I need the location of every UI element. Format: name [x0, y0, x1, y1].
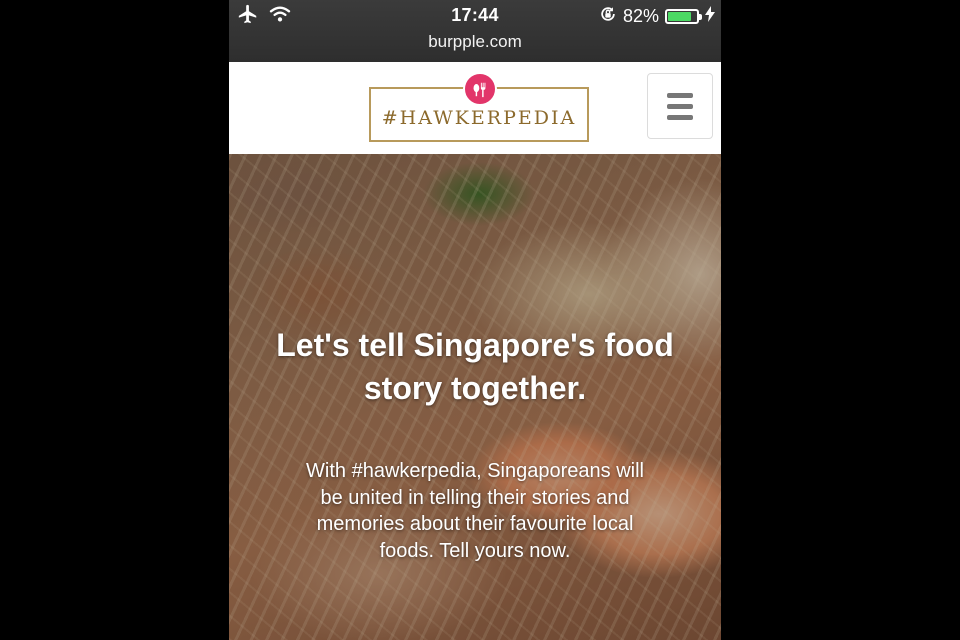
phone-screen: 17:44 82% burpple.com #HAWKERPEDIA Let's… — [229, 0, 721, 640]
address-bar[interactable]: burpple.com — [229, 32, 721, 52]
rotation-lock-icon — [599, 5, 617, 28]
hero-description: With #hawkerpedia, Singaporeans will be … — [306, 460, 644, 562]
hero-banner: Let's tell Singapore's food story togeth… — [229, 154, 721, 640]
status-right: 82% — [599, 4, 715, 28]
hero-title: Let's tell Singapore's food story togeth… — [276, 327, 674, 406]
battery-percent: 82% — [622, 5, 659, 26]
hamburger-menu-button[interactable] — [647, 73, 713, 139]
utensils-badge-icon — [463, 72, 497, 106]
menu-icon-bar — [667, 92, 693, 98]
logo-text: #HAWKERPEDIA — [381, 106, 577, 129]
browser-chrome: 17:44 82% burpple.com — [229, 0, 721, 62]
battery-level-fill — [668, 11, 691, 21]
status-bar: 17:44 82% — [229, 0, 721, 32]
site-header: #HAWKERPEDIA — [229, 62, 721, 154]
battery-icon — [665, 8, 702, 24]
menu-icon-bar — [667, 114, 693, 120]
charging-bolt-icon — [705, 5, 715, 27]
menu-icon-bar — [667, 103, 693, 109]
